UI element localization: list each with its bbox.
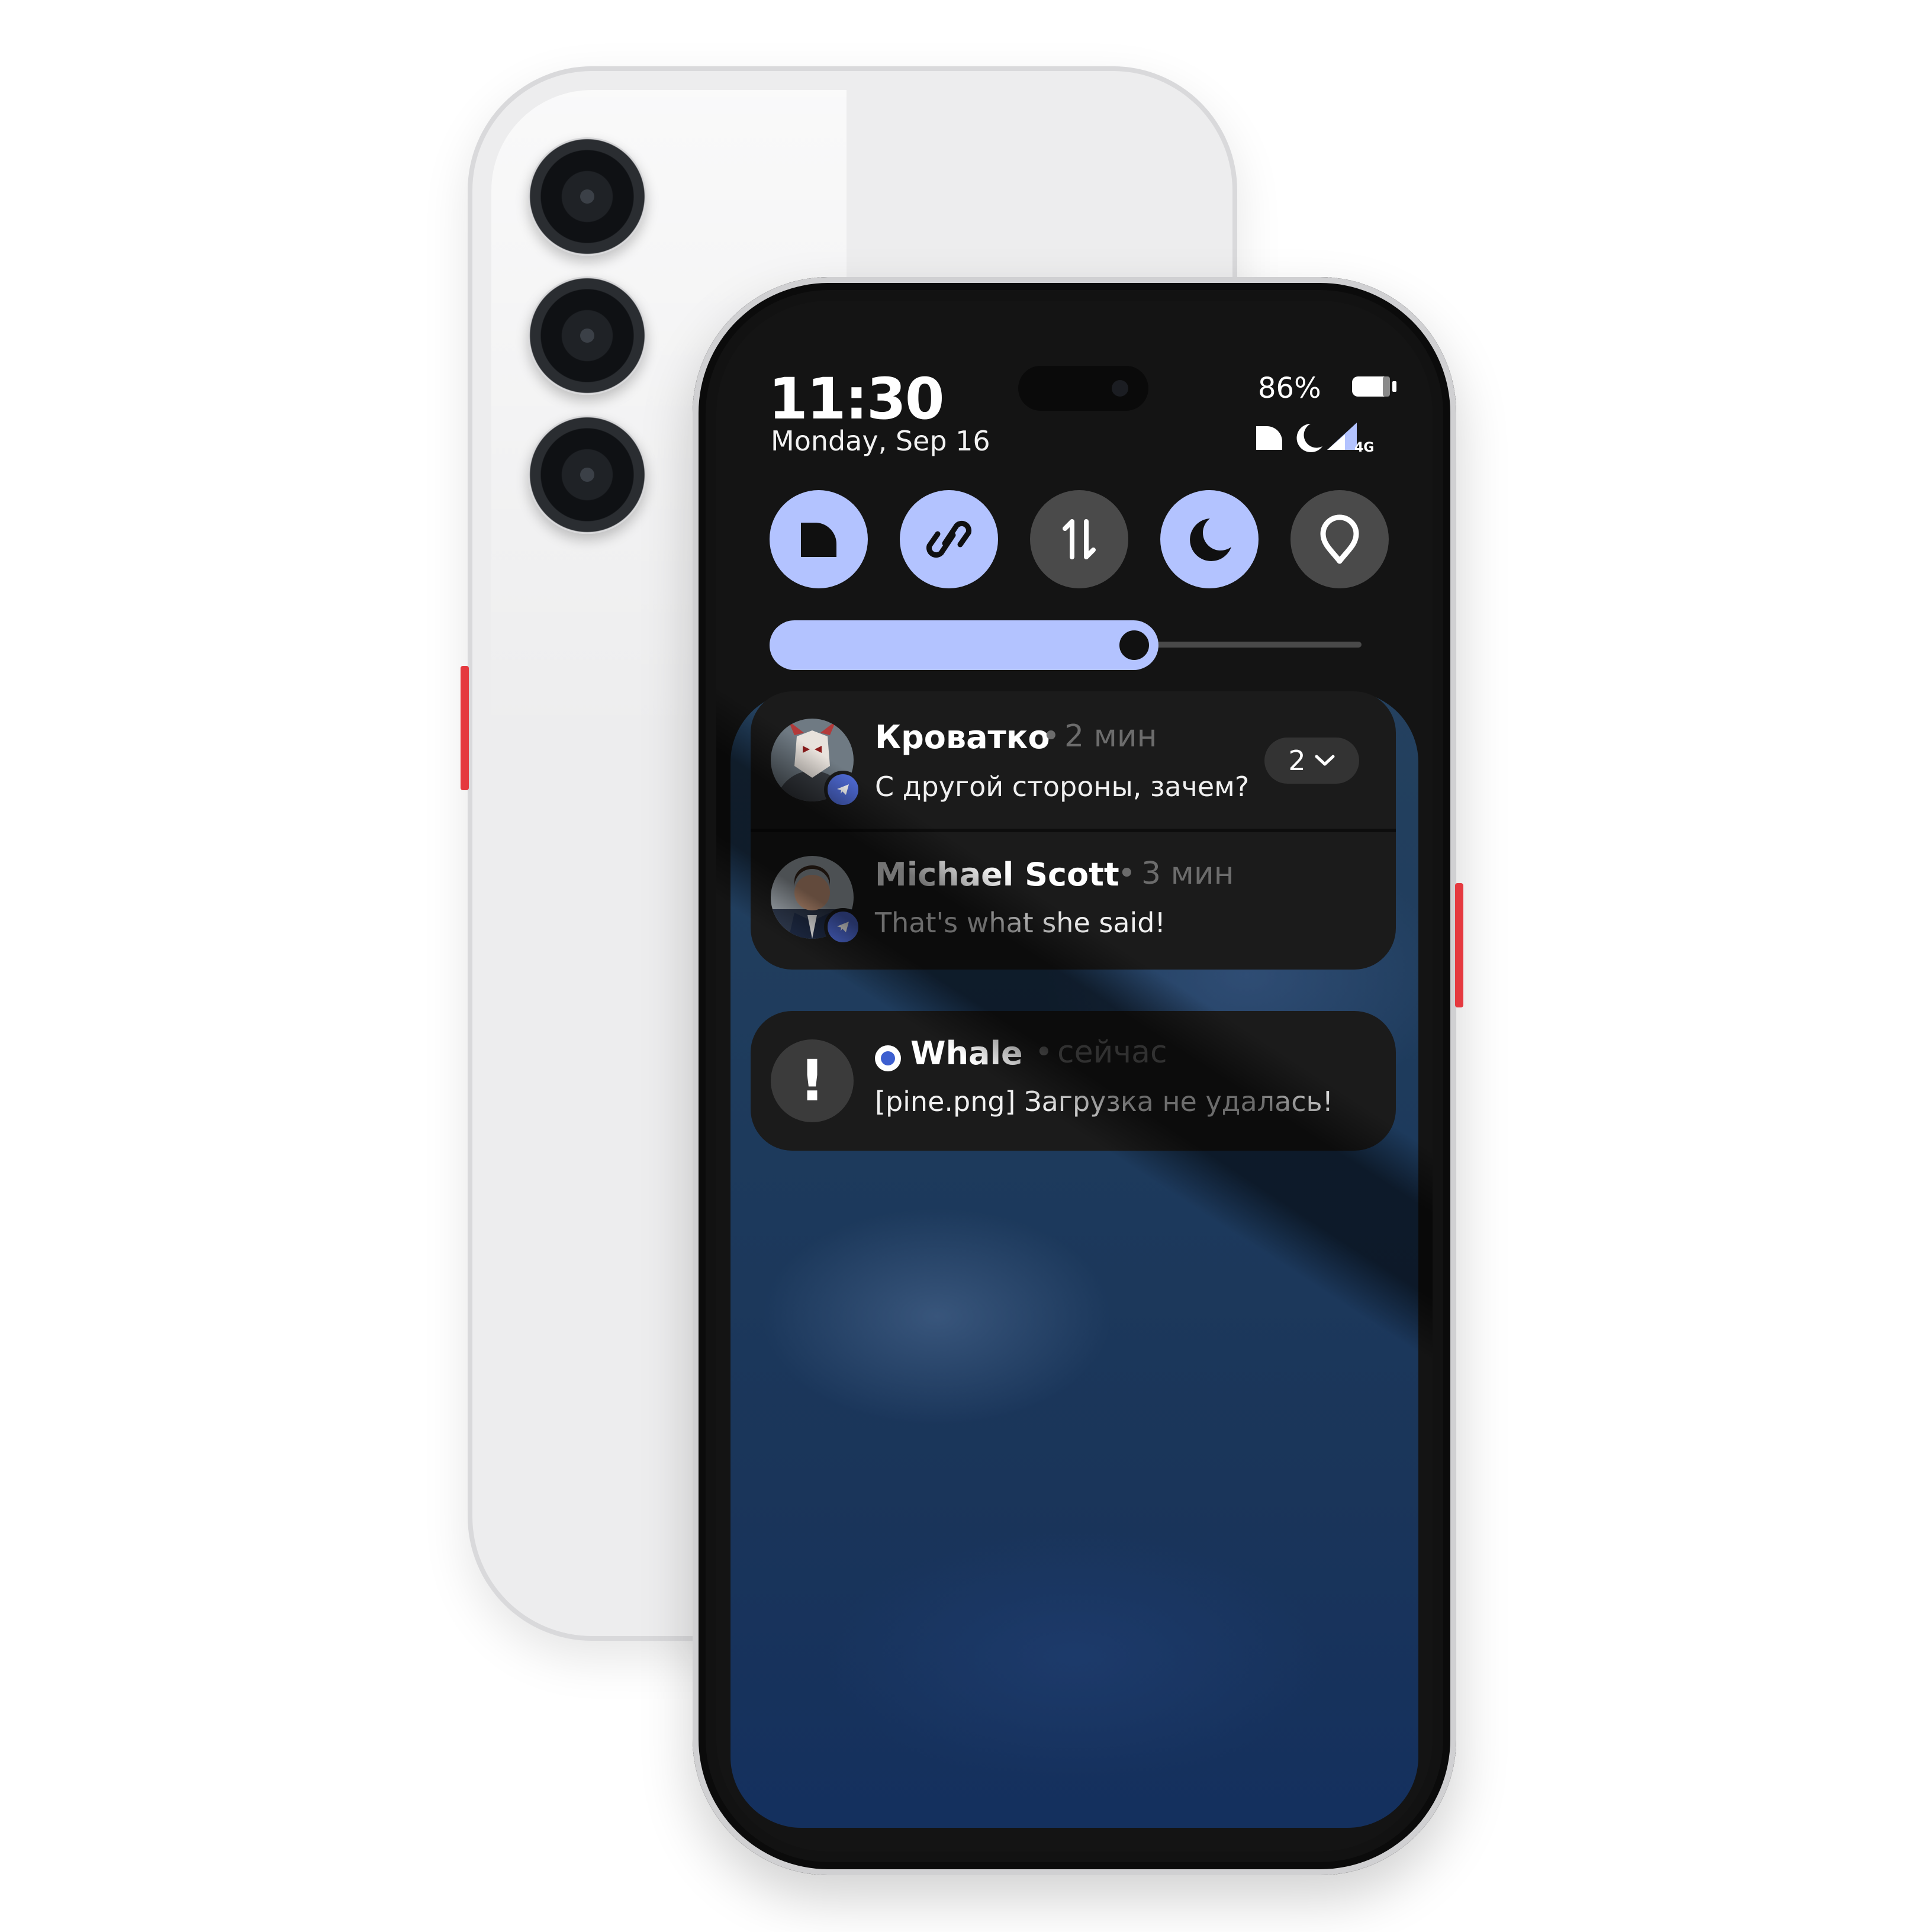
battery-percent: 86% (1258, 372, 1321, 405)
tile-data-saver[interactable] (770, 490, 868, 588)
chevron-down-icon (1315, 755, 1335, 766)
notification-message: [pine.png] Загрузка не удалась! (875, 1086, 1334, 1118)
notification-app-name: Whale (910, 1035, 1023, 1072)
notification-time: 2 мин (1064, 719, 1157, 754)
whale-app-icon (875, 1045, 901, 1071)
telegram-icon (824, 771, 862, 809)
location-pin-icon (1320, 514, 1359, 564)
camera-lens-icon (528, 276, 646, 395)
camera-lens-icon (528, 137, 646, 256)
side-button-right (1455, 883, 1463, 1007)
camera-lens-icon (528, 416, 646, 534)
date-label: Monday, Sep 16 (771, 425, 990, 457)
tile-link[interactable] (900, 490, 998, 588)
notification-item[interactable]: Кроватко • 2 мин С другой стороны, зачем… (751, 691, 1396, 827)
data-saver-icon (801, 523, 836, 557)
battery-icon (1352, 376, 1396, 397)
brightness-fill[interactable] (770, 620, 1158, 670)
dark-mode-icon (1296, 424, 1322, 452)
side-button-left (461, 666, 469, 790)
data-transfer-icon (1063, 519, 1096, 559)
clock: 11:30 (768, 366, 945, 432)
notification-sender: Michael Scott (875, 856, 1119, 893)
network-label: 4G (1354, 440, 1375, 455)
notification-message: С другой стороны, зачем? (875, 771, 1250, 803)
notification-item-whale[interactable]: ! Whale • сейчас [pine.png] Загрузка не … (751, 1011, 1396, 1151)
tile-dark-mode[interactable] (1160, 490, 1259, 588)
front-camera-cutout (1018, 366, 1148, 411)
notification-count: 2 (1288, 745, 1306, 777)
exclamation-icon: ! (771, 1039, 854, 1122)
telegram-icon (824, 908, 862, 946)
data-saver-icon (1256, 426, 1282, 450)
notification-item[interactable]: Michael Scott • 3 мин That's what she sa… (751, 832, 1396, 968)
separator-dot: • (1035, 1035, 1053, 1070)
expand-count-button[interactable]: 2 (1264, 738, 1359, 784)
link-icon (926, 520, 972, 558)
tile-mobile-data[interactable] (1030, 490, 1128, 588)
notification-shade: 11:30 Monday, Sep 16 86% 4G Кроватко • 2… (716, 301, 1433, 1852)
brightness-thumb[interactable] (1116, 627, 1153, 664)
signal-icon (1327, 423, 1357, 450)
tile-location[interactable] (1290, 490, 1389, 588)
notification-time: сейчас (1057, 1035, 1167, 1070)
notification-time: 3 мин (1141, 856, 1234, 891)
notification-message: That's what she said! (875, 907, 1166, 939)
notification-group[interactable]: Кроватко • 2 мин С другой стороны, зачем… (751, 691, 1396, 970)
front-phone-render: 11:30 Monday, Sep 16 86% 4G Кроватко • 2… (693, 277, 1456, 1875)
notification-sender: Кроватко (875, 719, 1050, 756)
separator-dot: • (1118, 856, 1136, 891)
separator-dot: • (1042, 719, 1060, 754)
moon-icon (1190, 519, 1231, 561)
